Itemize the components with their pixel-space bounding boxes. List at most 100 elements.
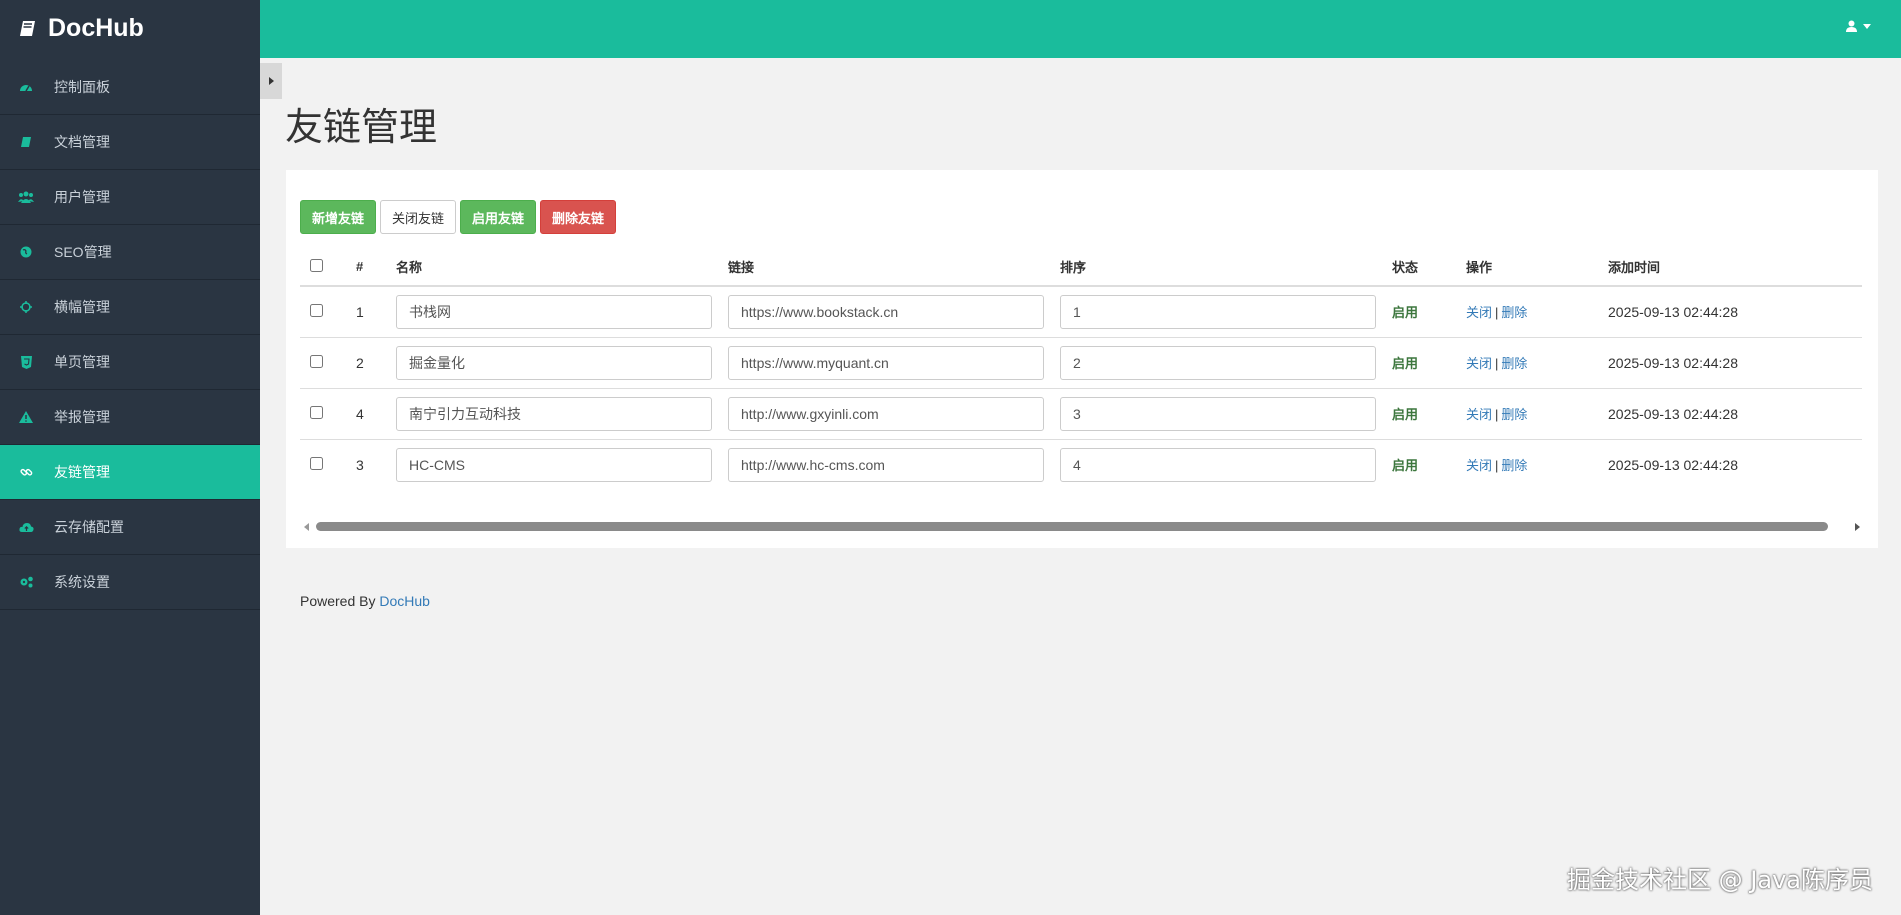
sidebar-nav: 控制面板 文档管理 用户管理 SEO管理 横幅管理 单页管理 举报管理 友链管理…: [0, 60, 260, 610]
column-header-sort: 排序: [1060, 248, 1392, 287]
cloud-upload-icon: [18, 519, 34, 535]
column-header-link: 链接: [728, 248, 1060, 287]
operations-cell: 关闭 | 删除: [1466, 286, 1608, 338]
sidebar-item-label: 举报管理: [54, 409, 110, 425]
name-input[interactable]: [396, 396, 712, 431]
delete-link[interactable]: 删除: [1501, 305, 1527, 320]
sidebar-item-label: 文档管理: [54, 134, 110, 150]
enable-friendlink-button[interactable]: 启用友链: [460, 200, 537, 234]
table-row: 2 启用 关闭|删除 2025-09-13 02:44:28: [300, 337, 1862, 389]
sidebar-item-banners[interactable]: 横幅管理: [0, 280, 260, 335]
close-friendlink-button[interactable]: 关闭友链: [380, 200, 457, 234]
row-checkbox[interactable]: [310, 456, 323, 470]
close-link[interactable]: 关闭: [1466, 356, 1492, 371]
added-time: 2025-09-13 02:44:28: [1608, 286, 1862, 338]
column-header-time: 添加时间: [1608, 248, 1862, 287]
sidebar-item-label: 系统设置: [54, 574, 110, 590]
caret-right-icon: [268, 77, 274, 85]
sort-input[interactable]: [1060, 396, 1376, 431]
added-time: 2025-09-13 02:44:28: [1608, 388, 1862, 440]
add-friendlink-button[interactable]: 新增友链: [300, 200, 377, 234]
delete-friendlink-button[interactable]: 删除友链: [540, 200, 617, 234]
horizontal-scrollbar[interactable]: [304, 520, 1860, 534]
sidebar-item-label: 单页管理: [54, 354, 110, 370]
delete-link[interactable]: 删除: [1501, 356, 1527, 371]
link-input[interactable]: [728, 294, 1044, 329]
column-header-operations: 操作: [1466, 248, 1608, 287]
brand[interactable]: DocHub: [0, 0, 260, 57]
added-time: 2025-09-13 02:44:28: [1608, 456, 1738, 473]
op-separator: |: [1495, 356, 1499, 371]
sort-input[interactable]: [1060, 447, 1376, 482]
sidebar-item-friendlinks[interactable]: 友链管理: [0, 445, 260, 500]
table-row: 3 启用 关闭|删除 2025-09-13 02:44:28: [300, 439, 1862, 490]
name-input[interactable]: [396, 447, 712, 482]
row-checkbox[interactable]: [310, 303, 323, 317]
footer: Powered By DocHub: [300, 593, 430, 609]
footer-prefix: Powered By: [300, 593, 380, 609]
globe-icon: [18, 244, 34, 260]
crosshairs-icon: [18, 299, 34, 315]
users-icon: [18, 189, 34, 205]
sidebar: DocHub 控制面板 文档管理 用户管理 SEO管理 横幅管理 单页管理 举报…: [0, 0, 260, 915]
gears-icon: [18, 574, 34, 590]
table-header-row: # 名称 链接 排序 状态 操作 添加时间: [300, 248, 1862, 287]
row-id: 4: [356, 388, 396, 440]
link-input[interactable]: [728, 447, 1044, 482]
column-header-status: 状态: [1392, 248, 1466, 287]
op-separator: |: [1495, 458, 1499, 474]
delete-link[interactable]: 删除: [1501, 407, 1527, 422]
scroll-right-arrow-icon[interactable]: [1855, 523, 1860, 531]
sidebar-item-label: 云存储配置: [54, 519, 124, 535]
brand-name: DocHub: [48, 14, 144, 42]
close-link[interactable]: 关闭: [1466, 458, 1492, 473]
sidebar-item-pages[interactable]: 单页管理: [0, 335, 260, 390]
sidebar-item-reports[interactable]: 举报管理: [0, 390, 260, 445]
sidebar-item-label: 友链管理: [54, 464, 110, 480]
sidebar-item-seo[interactable]: SEO管理: [0, 225, 260, 280]
watermark: 掘金技术社区 @ Java陈序员: [1567, 866, 1873, 894]
link-input[interactable]: [728, 396, 1044, 431]
sidebar-item-settings[interactable]: 系统设置: [0, 555, 260, 610]
op-separator: |: [1495, 305, 1499, 321]
added-time: 2025-09-13 02:44:28: [1608, 337, 1862, 389]
link-icon: [18, 464, 34, 480]
friendlinks-table: # 名称 链接 排序 状态 操作 添加时间 1 启用 关闭|删除 2025-09…: [300, 248, 1862, 490]
scrollbar-thumb[interactable]: [316, 522, 1828, 531]
top-navbar: [260, 0, 1901, 58]
column-header-name: 名称: [396, 248, 728, 287]
sort-input[interactable]: [1060, 345, 1376, 380]
user-icon: [1846, 20, 1857, 32]
sidebar-item-documents[interactable]: 文档管理: [0, 115, 260, 170]
scroll-left-arrow-icon[interactable]: [304, 523, 309, 531]
status-badge: 启用: [1392, 286, 1466, 338]
link-input[interactable]: [728, 345, 1044, 380]
row-checkbox[interactable]: [310, 354, 323, 368]
name-input[interactable]: [396, 294, 712, 329]
delete-link[interactable]: 删除: [1501, 458, 1527, 473]
select-all-checkbox[interactable]: [310, 258, 323, 272]
row-id: 1: [356, 286, 396, 338]
sort-input[interactable]: [1060, 294, 1376, 329]
status-badge: 启用: [1392, 388, 1466, 440]
table-row: 4 启用 关闭|删除 2025-09-13 02:44:28: [300, 388, 1862, 440]
sidebar-item-cloud-storage[interactable]: 云存储配置: [0, 500, 260, 555]
name-input[interactable]: [396, 345, 712, 380]
close-link[interactable]: 关闭: [1466, 407, 1492, 422]
row-checkbox[interactable]: [310, 405, 323, 419]
sidebar-item-label: 用户管理: [54, 189, 110, 205]
sidebar-toggle-button[interactable]: [260, 63, 282, 99]
row-id: 2: [356, 337, 396, 389]
status-badge: 启用: [1392, 458, 1419, 474]
op-separator: |: [1495, 407, 1499, 422]
friendlinks-panel: 新增友链 关闭友链 启用友链 删除友链 # 名称 链接 排序 状态 操作 添加时…: [286, 170, 1878, 548]
select-all-cell: [300, 248, 356, 287]
page-title: 友链管理: [285, 107, 438, 149]
user-menu-toggle[interactable]: [1846, 20, 1871, 32]
status-badge: 启用: [1392, 337, 1466, 389]
close-link[interactable]: 关闭: [1466, 305, 1492, 320]
sidebar-item-users[interactable]: 用户管理: [0, 170, 260, 225]
footer-dochub-link[interactable]: DocHub: [379, 593, 430, 609]
sidebar-item-dashboard[interactable]: 控制面板: [0, 60, 260, 115]
operations-cell: 关闭 | 删除: [1466, 388, 1608, 440]
